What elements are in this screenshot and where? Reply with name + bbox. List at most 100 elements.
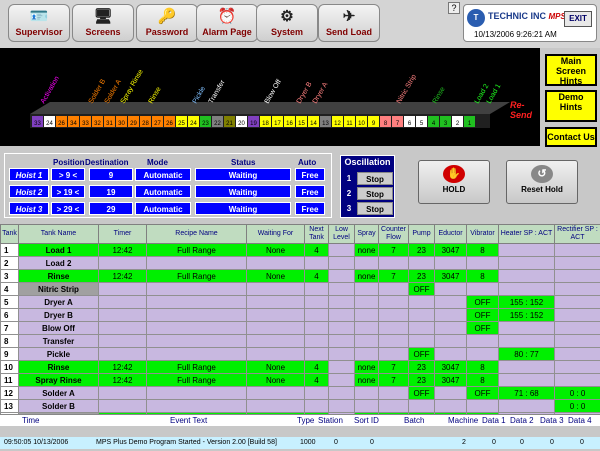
tank-name[interactable]: Rinse [18, 360, 99, 374]
hoist-status: Waiting [195, 168, 291, 181]
tank-name[interactable]: Pickle [18, 347, 99, 361]
tank-name[interactable]: Transfer [18, 334, 99, 348]
tank-name[interactable]: Spray Rinse [18, 373, 99, 387]
tank-name[interactable]: Solder B [18, 399, 99, 413]
event-col: Station [318, 416, 343, 425]
oscillation-stop-button[interactable]: Stop [357, 187, 393, 200]
tank-row[interactable]: 1 Load 1 12:42 Full Range None 4 none 7 23 3047 8 [0, 243, 600, 257]
tank-row[interactable]: 11 Spray Rinse 12:42 Full Range None 4 none 7 23… [0, 373, 600, 387]
tank-name[interactable]: Dryer B [18, 308, 99, 322]
tank-row[interactable]: 5 Dryer A OFF 155 : 152 [0, 295, 600, 309]
tank-cell-number: 27 [154, 121, 161, 127]
tank-row[interactable]: 12 Solder A OFF OFF 71 : 68 0 : 0 [0, 386, 600, 400]
line-schematic: Re-Send 33 24 26 34 33 32 31 30 29 28 27 26 25 24 23 22… [0, 48, 540, 146]
event-type: 1000 [300, 439, 316, 446]
tank-cell-number: 10 [358, 121, 365, 127]
tank-row[interactable]: 3 Rinse 12:42 Full Range None 4 none 7 23 3047 8 [0, 269, 600, 283]
hoist-name[interactable]: Hoist 1 [9, 168, 49, 181]
company-name: TECHNIC INC [488, 11, 546, 21]
cell-pump [408, 308, 435, 322]
hoist-auto[interactable]: Free [295, 168, 325, 181]
tank-name[interactable]: Nitric Strip [18, 282, 99, 296]
tank-cell-number: 30 [118, 121, 125, 127]
tank-name[interactable]: Blow Off [18, 321, 99, 335]
cell-low [328, 360, 355, 374]
system-button[interactable]: ⚙ System [256, 4, 318, 42]
tank-label: Dryer A [312, 81, 330, 105]
cell-spray [354, 256, 379, 270]
help-button[interactable]: ? [448, 2, 460, 14]
hoist-auto[interactable]: Free [295, 202, 325, 215]
cell-pump: OFF [408, 347, 435, 361]
main-screen-hints-button[interactable]: Main Screen Hints [545, 54, 597, 86]
send-load-button[interactable]: ✈ Send Load [318, 4, 380, 42]
cell-counter: 7 [378, 269, 409, 283]
event-machine: 2 [462, 439, 466, 446]
tank-row[interactable]: 7 Blow Off OFF [0, 321, 600, 335]
cell-heater [498, 334, 555, 348]
contact-us-button[interactable]: Contact Us [545, 127, 597, 147]
hold-button[interactable]: ✋ HOLD [418, 160, 490, 204]
tank-name[interactable]: Solder A [18, 386, 99, 400]
cell-heater: 155 : 152 [498, 295, 555, 309]
cell-eductor [434, 399, 467, 413]
oscillation-stop-button[interactable]: Stop [357, 202, 393, 215]
event-log-row[interactable]: 09:50:05 10/13/2006 MPS Plus Demo Progra… [0, 437, 600, 449]
cell-vibrator: OFF [466, 386, 499, 400]
cell-low [328, 295, 355, 309]
tank-row[interactable]: 8 Transfer [0, 334, 600, 348]
cell-recipe [146, 399, 247, 413]
cell-waiting [246, 256, 305, 270]
tank-label: Transfer [208, 79, 227, 105]
tank-cell-number: 17 [274, 121, 281, 127]
event-col: Type [297, 416, 315, 425]
hoist-name[interactable]: Hoist 3 [9, 202, 49, 215]
alarm-page-button[interactable]: ⏰ Alarm Page [196, 4, 258, 42]
cell-waiting: None [246, 360, 305, 374]
demo-hints-button[interactable]: Demo Hints [545, 90, 597, 122]
tank-name[interactable]: Load 2 [18, 256, 99, 270]
cell-timer [98, 282, 147, 296]
tank-row[interactable]: 9 Pickle OFF 80 : 77 [0, 347, 600, 361]
tank-row[interactable]: 10 Rinse 12:42 Full Range None 4 none 7 23 3047 8 [0, 360, 600, 374]
oscillation-stop-button[interactable]: Stop [357, 172, 393, 185]
tank-name[interactable]: Dryer A [18, 295, 99, 309]
reset-hold-button[interactable]: ↺ Reset Hold [506, 160, 578, 204]
cell-next [304, 347, 329, 361]
exit-button[interactable]: EXIT [564, 11, 592, 27]
supervisor-button[interactable]: 🪪 Supervisor [8, 4, 70, 42]
event-col: Machine [448, 416, 479, 425]
cell-low [328, 269, 355, 283]
cell-recipe [146, 308, 247, 322]
column-header: Counter Flow [378, 224, 409, 244]
cell-timer [98, 308, 147, 322]
stop-hand-icon: ✋ [443, 165, 465, 183]
hoist-mode: Automatic [135, 168, 191, 181]
tank-row[interactable]: 13 Solder B 0 : 0 [0, 399, 600, 413]
hoist-auto[interactable]: Free [295, 185, 325, 198]
cell-heater [498, 399, 555, 413]
cell-pump [408, 295, 435, 309]
tank-table: Tank Tank Name Timer Recipe Name Waiting For… [0, 224, 600, 426]
tank-labels: Activation Solder BSolder ASpray Rinse Rin… [40, 68, 503, 105]
column-header: Waiting For [246, 224, 305, 244]
tank-name[interactable]: Rinse [18, 269, 99, 283]
tank-name[interactable]: Load 1 [18, 243, 99, 257]
tank-row[interactable]: 2 Load 2 [0, 256, 600, 270]
hoist-destination: 9 [89, 168, 133, 181]
cell-spray [354, 386, 379, 400]
tank-row[interactable]: 4 Nitric Strip OFF [0, 282, 600, 296]
cell-next [304, 256, 329, 270]
tank-label: Nitric Strip [396, 73, 418, 105]
cell-waiting [246, 334, 305, 348]
oscillation-row: 2 Stop [343, 187, 393, 200]
screens-button[interactable]: 🖥 Screens [72, 4, 134, 42]
hoist-name[interactable]: Hoist 2 [9, 185, 49, 198]
event-sort: 0 [370, 439, 374, 446]
cell-counter: 7 [378, 373, 409, 387]
tank-row[interactable]: 6 Dryer B OFF 155 : 152 [0, 308, 600, 322]
hoist-header-mode: Mode [147, 158, 168, 167]
cell-spray [354, 334, 379, 348]
password-button[interactable]: 🔑 Password [136, 4, 198, 42]
cell-recipe [146, 386, 247, 400]
